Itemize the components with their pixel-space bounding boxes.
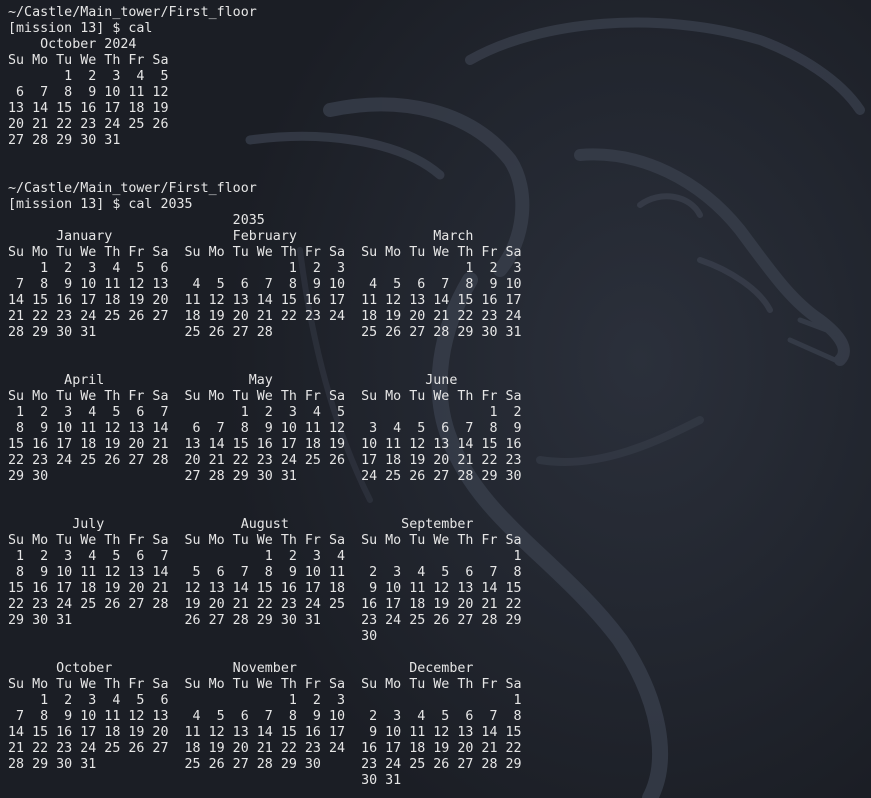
cal-output-line: 1 2 3 4 5 6 7 1 2 3 4 5 1 2 [8,405,522,420]
cal-output-line [8,357,522,373]
cal-output-line: 29 30 27 28 29 30 31 24 25 26 27 28 29 3… [8,469,522,484]
command-line[interactable]: [mission 13] $ cal [8,21,522,37]
cal-output-line: 14 15 16 17 18 19 20 11 12 13 14 15 16 1… [8,293,522,308]
cal-output-line: 1 2 3 4 5 6 1 2 3 1 [8,693,522,708]
cal-output-line: Su Mo Tu We Th Fr Sa Su Mo Tu We Th Fr S… [8,533,522,548]
cal-output-line: 20 21 22 23 24 25 26 [8,117,169,132]
cal-output-line: July August September [8,517,474,532]
cal-output-line: 29 30 31 26 27 28 29 30 31 23 24 25 26 2… [8,613,522,628]
cal-output-line: 7 8 9 10 11 12 13 4 5 6 7 8 9 10 2 3 4 5… [8,709,522,724]
cal-output-line: April May June [8,373,458,388]
cal-output-line [8,165,522,181]
cal-output-line: 1 2 3 4 5 6 1 2 3 1 2 3 [8,261,522,276]
cal-output-line: 28 29 30 31 25 26 27 28 29 30 23 24 25 2… [8,757,522,772]
cal-output-line [8,149,522,165]
cal-output-line: 2035 [8,213,265,228]
command-text: cal [128,21,153,36]
cal-output-line [8,645,522,661]
cal-output-line [8,501,522,517]
cal-output-line [8,485,522,501]
cal-output-line: Su Mo Tu We Th Fr Sa Su Mo Tu We Th Fr S… [8,389,522,404]
command-text: cal 2035 [128,197,193,212]
cal-output-line: 22 23 24 25 26 27 28 19 20 21 22 23 24 2… [8,597,522,612]
cal-output-line: 7 8 9 10 11 12 13 4 5 6 7 8 9 10 4 5 6 7… [8,277,522,292]
cal-output-line: 27 28 29 30 31 [8,133,121,148]
cal-output-line: 1 2 3 4 5 [8,69,169,84]
prompt-path: ~/Castle/Main_tower/First_floor [8,5,257,20]
cal-output-line: 21 22 23 24 25 26 27 18 19 20 21 22 23 2… [8,309,522,324]
cal-output-line: 15 16 17 18 19 20 21 13 14 15 16 17 18 1… [8,437,522,452]
cal-output-line: 13 14 15 16 17 18 19 [8,101,169,116]
cal-output-line: October 2024 [8,37,137,52]
command-line[interactable]: [mission 13] $ cal 2035 [8,197,522,213]
cal-output-line: January February March [8,229,474,244]
prompt-label: [mission 13] $ [8,21,129,36]
cal-output-line: 22 23 24 25 26 27 28 20 21 22 23 24 25 2… [8,453,522,468]
cal-output-line: Su Mo Tu We Th Fr Sa Su Mo Tu We Th Fr S… [8,677,522,692]
cal-output-line: 14 15 16 17 18 19 20 11 12 13 14 15 16 1… [8,725,522,740]
prompt-path: ~/Castle/Main_tower/First_floor [8,181,257,196]
cal-output-line: Su Mo Tu We Th Fr Sa [8,53,169,68]
cal-output-line: 21 22 23 24 25 26 27 18 19 20 21 22 23 2… [8,741,522,756]
cal-output-line: 1 2 3 4 5 6 7 1 2 3 4 1 [8,549,522,564]
cal-output-line [8,341,522,357]
cal-output-line: 6 7 8 9 10 11 12 [8,85,169,100]
cal-output-line: 30 31 [8,773,402,788]
cal-output-line: 28 29 30 31 25 26 27 28 25 26 27 28 29 3… [8,325,522,340]
terminal-output: ~/Castle/Main_tower/First_floor [mission … [8,5,522,789]
cal-output-line: 8 9 10 11 12 13 14 5 6 7 8 9 10 11 2 3 4… [8,565,522,580]
cal-output-line: 30 [8,629,378,644]
cal-output-line: October November December [8,661,474,676]
cal-output-line: 8 9 10 11 12 13 14 6 7 8 9 10 11 12 3 4 … [8,421,522,436]
cal-output-line: 15 16 17 18 19 20 21 12 13 14 15 16 17 1… [8,581,522,596]
prompt-label: [mission 13] $ [8,197,129,212]
cal-output-line: Su Mo Tu We Th Fr Sa Su Mo Tu We Th Fr S… [8,245,522,260]
